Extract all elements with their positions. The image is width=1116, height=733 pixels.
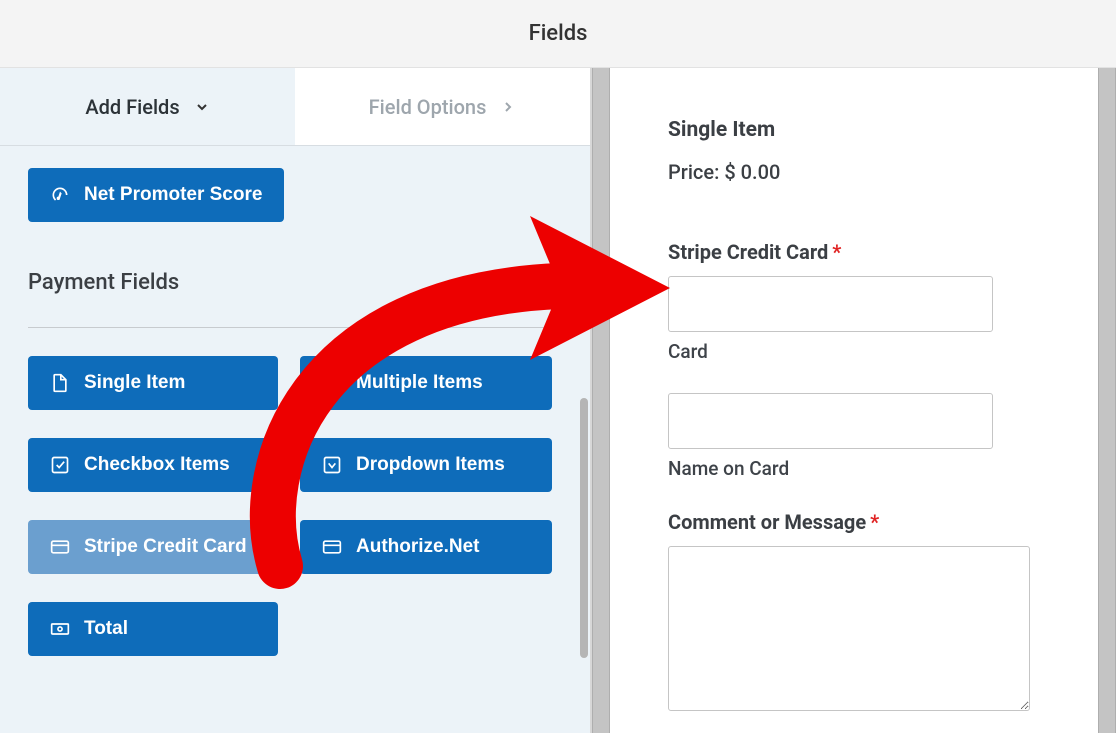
field-stripe-credit-card[interactable]: Stripe Credit Card xyxy=(28,520,278,574)
field-net-promoter-score[interactable]: Net Promoter Score xyxy=(28,168,284,222)
button-label: Checkbox Items xyxy=(84,454,230,476)
sidebar-scrollbar-thumb[interactable] xyxy=(580,398,588,658)
button-label: Stripe Credit Card xyxy=(84,536,247,558)
card-input[interactable] xyxy=(668,276,993,332)
form-preview: Single Item Price: $ 0.00 Stripe Credit … xyxy=(610,68,1116,733)
chevron-right-icon xyxy=(500,99,516,115)
sidebar-tabs: Add Fields Field Options xyxy=(0,68,590,146)
page-header: Fields xyxy=(0,0,1116,68)
required-asterisk: * xyxy=(870,510,879,534)
tab-label: Field Options xyxy=(369,95,487,119)
field-total[interactable]: Total xyxy=(28,602,278,656)
panel-divider-right xyxy=(1098,68,1116,733)
page-title: Fields xyxy=(529,21,588,46)
preview-stripe-field: Stripe Credit Card* Card xyxy=(668,240,1058,363)
gauge-icon xyxy=(50,185,70,205)
tab-add-fields[interactable]: Add Fields xyxy=(0,68,295,145)
required-asterisk: * xyxy=(832,240,841,264)
top-field-group: Net Promoter Score xyxy=(0,146,590,232)
field-checkbox-items[interactable]: Checkbox Items xyxy=(28,438,278,492)
field-dropdown-items[interactable]: Dropdown Items xyxy=(300,438,552,492)
card-sublabel: Card xyxy=(668,340,1058,363)
chevron-down-icon xyxy=(194,99,210,115)
credit-card-icon xyxy=(322,537,342,557)
preview-item-title: Single Item xyxy=(668,118,1058,142)
name-on-card-input[interactable] xyxy=(668,393,993,449)
money-icon xyxy=(50,619,70,639)
button-label: Multiple Items xyxy=(356,372,483,394)
button-label: Authorize.Net xyxy=(356,536,480,558)
section-payment-fields-title[interactable]: Payment Fields xyxy=(28,270,562,295)
label-text: Stripe Credit Card xyxy=(668,240,828,264)
field-single-item[interactable]: Single Item xyxy=(28,356,278,410)
label-text: Comment or Message xyxy=(668,510,866,534)
list-icon xyxy=(322,373,342,393)
preview-name-on-card-field: Name on Card xyxy=(668,393,1058,480)
credit-card-icon xyxy=(50,537,70,557)
field-authorize-net[interactable]: Authorize.Net xyxy=(300,520,552,574)
fields-sidebar: Add Fields Field Options Net Promoter Sc… xyxy=(0,68,592,733)
dropdown-icon xyxy=(322,455,342,475)
tab-field-options[interactable]: Field Options xyxy=(295,68,590,145)
stripe-label: Stripe Credit Card* xyxy=(668,240,1058,264)
payment-fields-grid: Single Item Multiple Items Checkbox Item… xyxy=(0,328,590,684)
button-label: Single Item xyxy=(84,372,185,394)
button-label: Dropdown Items xyxy=(356,454,505,476)
file-icon xyxy=(50,373,70,393)
tab-label: Add Fields xyxy=(85,95,179,119)
preview-price: Price: $ 0.00 xyxy=(668,160,1058,184)
field-multiple-items[interactable]: Multiple Items xyxy=(300,356,552,410)
comment-textarea[interactable] xyxy=(668,546,1030,711)
main-layout: Add Fields Field Options Net Promoter Sc… xyxy=(0,68,1116,733)
comment-label: Comment or Message* xyxy=(668,510,1058,534)
name-on-card-sublabel: Name on Card xyxy=(668,457,1058,480)
panel-divider-left xyxy=(592,68,610,733)
button-label: Total xyxy=(84,618,128,640)
preview-comment-field: Comment or Message* xyxy=(668,510,1058,716)
checkbox-icon xyxy=(50,455,70,475)
button-label: Net Promoter Score xyxy=(84,184,262,206)
